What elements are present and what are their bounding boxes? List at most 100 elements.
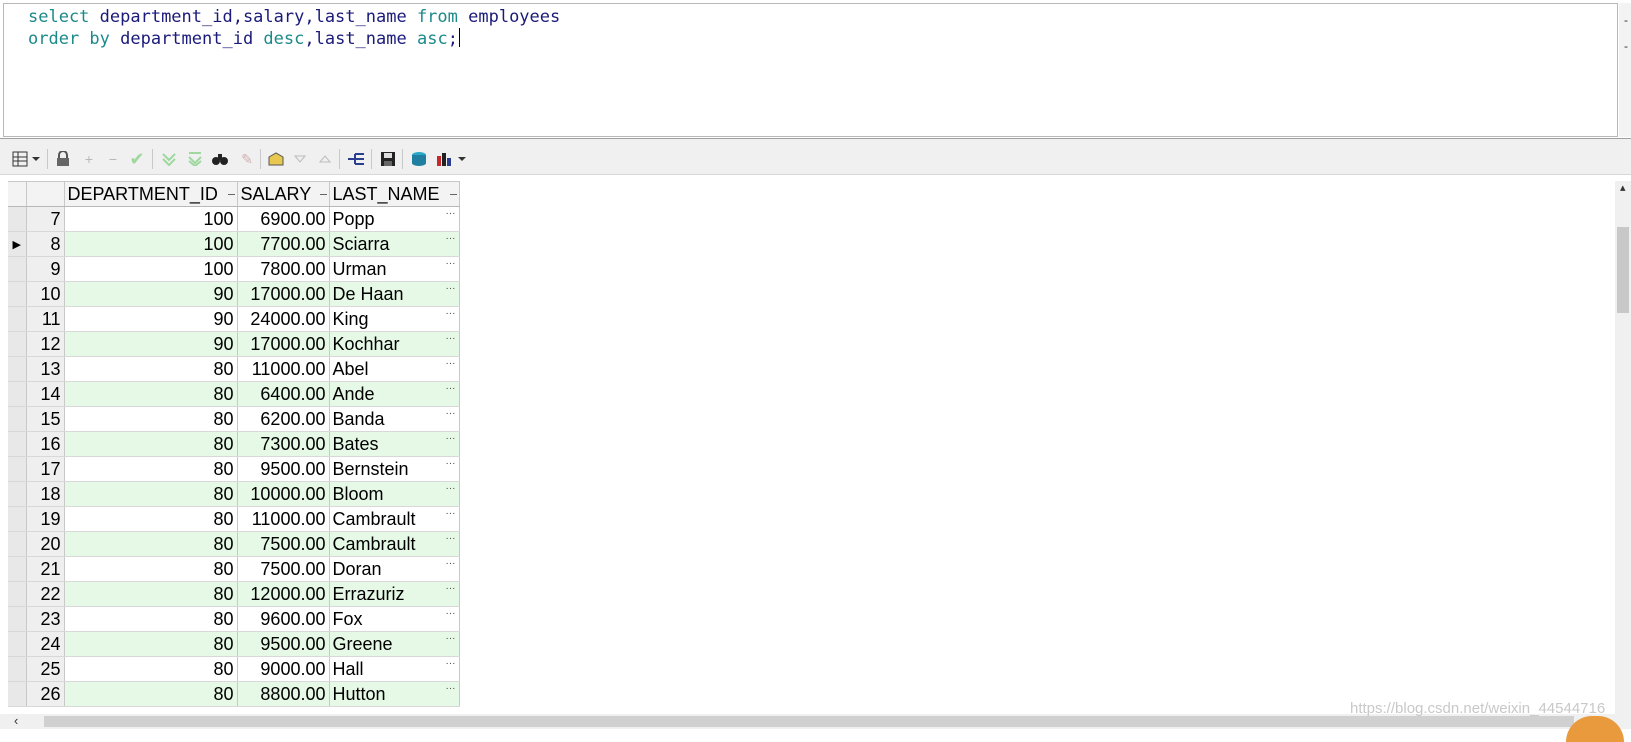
cell-last-name[interactable]: Hutton ··· (329, 681, 460, 707)
cell-salary[interactable]: 24000.00 (237, 306, 330, 332)
table-row[interactable]: 15 80 6200.00 Banda ··· (8, 406, 460, 432)
row-indicator[interactable] (8, 381, 27, 407)
row-number[interactable]: 13 (26, 356, 65, 382)
row-number[interactable]: 18 (26, 481, 65, 507)
cell-last-name[interactable]: Banda ··· (329, 406, 460, 432)
cell-salary[interactable]: 9000.00 (237, 656, 330, 682)
scrollbar-thumb[interactable] (44, 716, 1574, 727)
table-row[interactable]: 12 90 17000.00 Kochhar ··· (8, 331, 460, 357)
cell-department-id[interactable]: 100 (64, 206, 238, 232)
dropdown-icon[interactable] (31, 151, 41, 167)
scroll-left-icon[interactable]: ‹ (14, 713, 18, 728)
sort-desc-icon[interactable] (291, 151, 309, 167)
row-number[interactable]: 24 (26, 631, 65, 657)
cell-salary[interactable]: 7500.00 (237, 556, 330, 582)
edit-ellipsis-icon[interactable]: ··· (446, 259, 456, 269)
cell-salary[interactable]: 7700.00 (237, 231, 330, 257)
editor-scrollbar[interactable]: - - (1619, 3, 1631, 137)
row-number[interactable]: 7 (26, 206, 65, 232)
cell-last-name[interactable]: Bernstein ··· (329, 456, 460, 482)
edit-ellipsis-icon[interactable]: ··· (446, 384, 456, 394)
grid-view-icon[interactable] (11, 151, 29, 167)
cell-salary[interactable]: 12000.00 (237, 581, 330, 607)
find-icon[interactable] (211, 151, 229, 167)
table-row[interactable]: 24 80 9500.00 Greene ··· (8, 631, 460, 657)
grid-corner[interactable] (8, 181, 27, 207)
row-number[interactable]: 20 (26, 531, 65, 557)
cell-last-name[interactable]: King ··· (329, 306, 460, 332)
table-row[interactable]: 18 80 10000.00 Bloom ··· (8, 481, 460, 507)
row-indicator[interactable] (8, 306, 27, 332)
row-indicator[interactable] (8, 656, 27, 682)
table-row[interactable]: ▶ 8 100 7700.00 Sciarra ··· (8, 231, 460, 257)
row-number[interactable]: 9 (26, 256, 65, 282)
cell-salary[interactable]: 9500.00 (237, 456, 330, 482)
table-row[interactable]: 26 80 8800.00 Hutton ··· (8, 681, 460, 707)
column-header-department-id[interactable]: DEPARTMENT_ID (64, 181, 238, 207)
fetch-all-icon[interactable] (186, 151, 204, 167)
cell-department-id[interactable]: 80 (64, 581, 238, 607)
table-row[interactable]: 11 90 24000.00 King ··· (8, 306, 460, 332)
lock-icon[interactable] (54, 151, 72, 167)
cell-department-id[interactable]: 80 (64, 381, 238, 407)
row-number[interactable]: 17 (26, 456, 65, 482)
table-row[interactable]: 21 80 7500.00 Doran ··· (8, 556, 460, 582)
cell-department-id[interactable]: 80 (64, 556, 238, 582)
scrollbar-thumb[interactable] (1617, 227, 1629, 313)
edit-ellipsis-icon[interactable]: ··· (446, 659, 456, 669)
cell-salary[interactable]: 10000.00 (237, 481, 330, 507)
cell-salary[interactable]: 7300.00 (237, 431, 330, 457)
cell-last-name[interactable]: Doran ··· (329, 556, 460, 582)
table-row[interactable]: 9 100 7800.00 Urman ··· (8, 256, 460, 282)
row-indicator[interactable] (8, 581, 27, 607)
cell-department-id[interactable]: 80 (64, 656, 238, 682)
table-row[interactable]: 7 100 6900.00 Popp ··· (8, 206, 460, 232)
table-row[interactable]: 20 80 7500.00 Cambrault ··· (8, 531, 460, 557)
cell-department-id[interactable]: 90 (64, 306, 238, 332)
cell-department-id[interactable]: 90 (64, 281, 238, 307)
row-indicator[interactable] (8, 531, 27, 557)
row-number[interactable]: 19 (26, 506, 65, 532)
row-number[interactable]: 8 (26, 231, 65, 257)
edit-ellipsis-icon[interactable]: ··· (446, 634, 456, 644)
row-number[interactable]: 21 (26, 556, 65, 582)
chart-icon[interactable] (436, 151, 454, 167)
row-number[interactable]: 16 (26, 431, 65, 457)
row-indicator[interactable] (8, 606, 27, 632)
cell-last-name[interactable]: Errazuriz ··· (329, 581, 460, 607)
cell-salary[interactable]: 7500.00 (237, 531, 330, 557)
cell-department-id[interactable]: 90 (64, 331, 238, 357)
cell-salary[interactable]: 17000.00 (237, 281, 330, 307)
cell-last-name[interactable]: Hall ··· (329, 656, 460, 682)
cell-department-id[interactable]: 80 (64, 431, 238, 457)
sql-code[interactable]: select department_id,salary,last_name fr… (28, 6, 560, 50)
row-indicator[interactable] (8, 506, 27, 532)
cell-department-id[interactable]: 80 (64, 356, 238, 382)
row-number[interactable]: 12 (26, 331, 65, 357)
cell-last-name[interactable]: Urman ··· (329, 256, 460, 282)
cell-last-name[interactable]: Cambrault ··· (329, 506, 460, 532)
row-indicator[interactable] (8, 431, 27, 457)
cell-last-name[interactable]: Bloom ··· (329, 481, 460, 507)
cell-department-id[interactable]: 80 (64, 456, 238, 482)
connect-icon[interactable] (410, 151, 428, 167)
row-number[interactable]: 25 (26, 656, 65, 682)
table-row[interactable]: 14 80 6400.00 Ande ··· (8, 381, 460, 407)
column-menu-icon[interactable] (449, 194, 457, 195)
edit-ellipsis-icon[interactable]: ··· (446, 234, 456, 244)
edit-ellipsis-icon[interactable]: ··· (446, 484, 456, 494)
cell-last-name[interactable]: Sciarra ··· (329, 231, 460, 257)
edit-ellipsis-icon[interactable]: ··· (446, 359, 456, 369)
cell-salary[interactable]: 17000.00 (237, 331, 330, 357)
cell-salary[interactable]: 11000.00 (237, 356, 330, 382)
table-row[interactable]: 22 80 12000.00 Errazuriz ··· (8, 581, 460, 607)
column-header-last-name[interactable]: LAST_NAME (329, 181, 460, 207)
table-row[interactable]: 17 80 9500.00 Bernstein ··· (8, 456, 460, 482)
export-icon[interactable] (267, 151, 285, 167)
sort-asc-icon[interactable] (316, 151, 334, 167)
row-indicator[interactable]: ▶ (8, 231, 27, 257)
edit-ellipsis-icon[interactable]: ··· (446, 534, 456, 544)
cell-department-id[interactable]: 80 (64, 531, 238, 557)
cell-salary[interactable]: 6900.00 (237, 206, 330, 232)
cell-department-id[interactable]: 100 (64, 231, 238, 257)
